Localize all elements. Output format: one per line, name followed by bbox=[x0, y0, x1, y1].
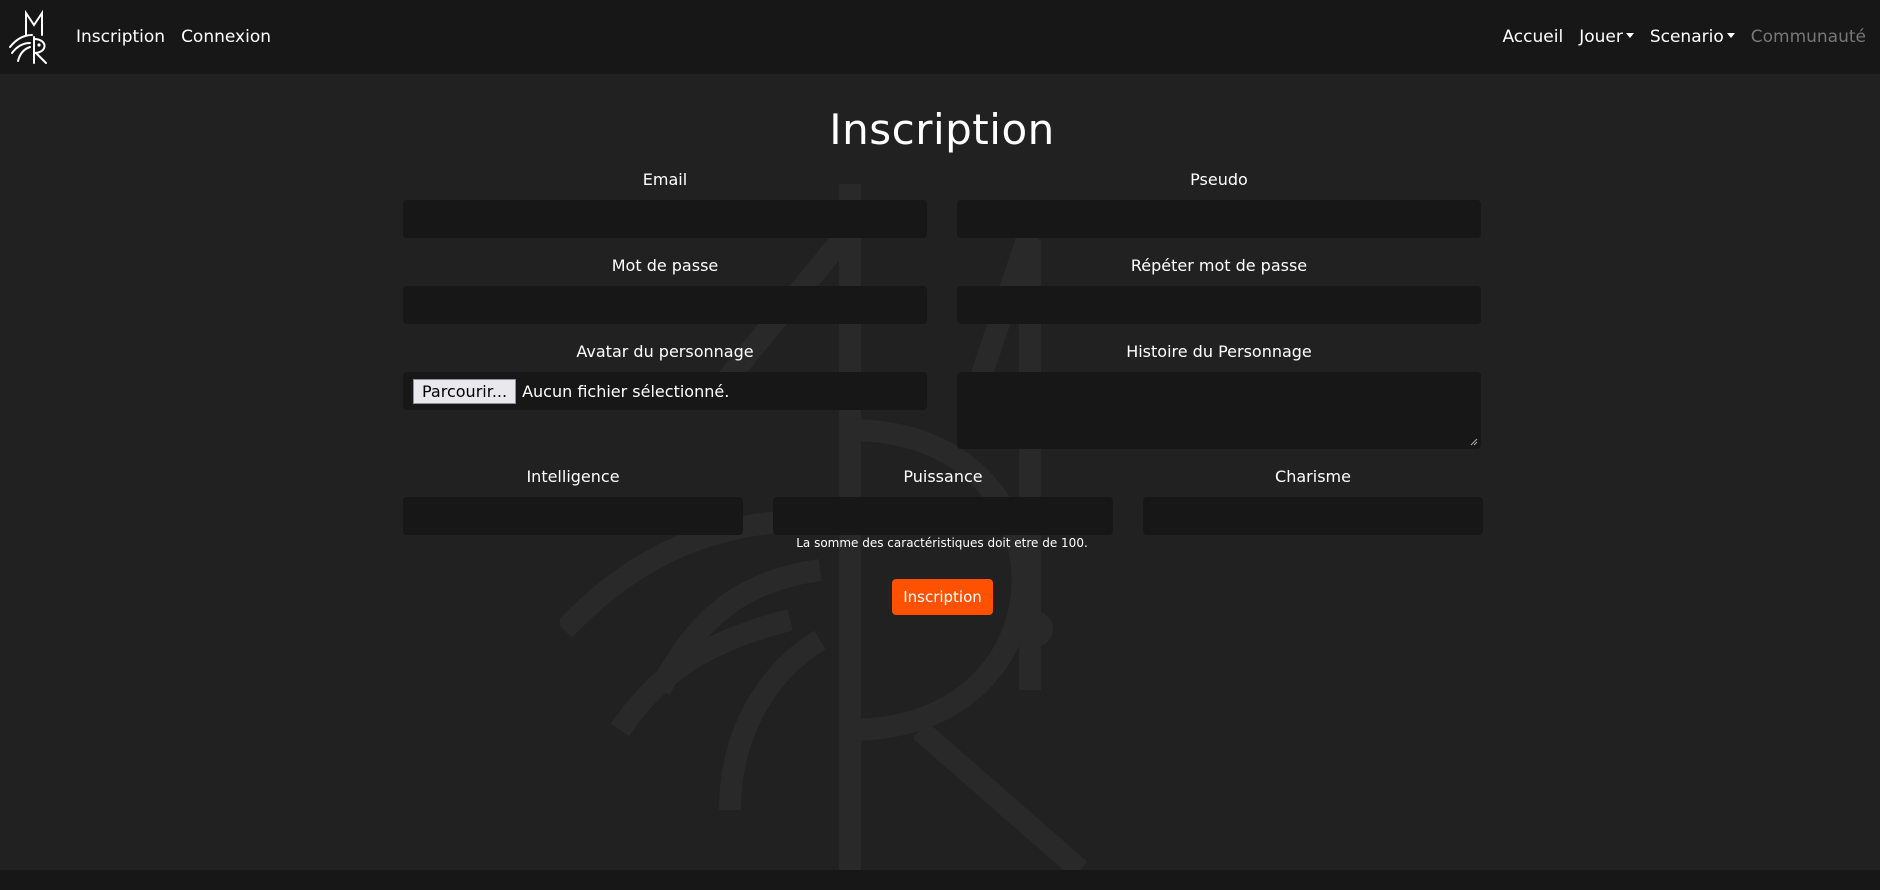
stats-hint: La somme des caractéristiques doit etre … bbox=[796, 536, 1088, 550]
password-label: Mot de passe bbox=[611, 256, 719, 275]
navbar: Inscription Connexion Accueil Jouer Scen… bbox=[0, 0, 1880, 74]
nav-dropdown-scenario-label: Scenario bbox=[1649, 27, 1724, 47]
nav-link-communaute[interactable]: Communauté bbox=[1743, 27, 1874, 47]
submit-button[interactable]: Inscription bbox=[892, 579, 993, 615]
repeat-password-field[interactable] bbox=[957, 286, 1481, 324]
charisme-label: Charisme bbox=[1275, 467, 1351, 486]
file-status: Aucun fichier sélectionné. bbox=[522, 381, 730, 401]
pseudo-label: Pseudo bbox=[1190, 170, 1248, 189]
charisme-field[interactable] bbox=[1143, 497, 1483, 535]
page-title: Inscription bbox=[829, 105, 1055, 154]
nav-dropdown-jouer[interactable]: Jouer bbox=[1571, 27, 1642, 47]
nav-link-accueil[interactable]: Accueil bbox=[1494, 27, 1571, 47]
avatar-label: Avatar du personnage bbox=[576, 342, 754, 361]
story-textarea[interactable] bbox=[957, 372, 1481, 449]
repeat-password-label: Répéter mot de passe bbox=[1130, 256, 1308, 275]
puissance-field[interactable] bbox=[773, 497, 1113, 535]
nav-dropdown-scenario[interactable]: Scenario bbox=[1642, 27, 1743, 47]
pseudo-field[interactable] bbox=[957, 200, 1481, 238]
browse-button[interactable]: Parcourir... bbox=[413, 378, 517, 404]
caret-down-icon bbox=[1625, 32, 1634, 38]
resize-grip-icon[interactable] bbox=[1470, 438, 1478, 446]
story-label: Histoire du Personnage bbox=[1126, 342, 1312, 361]
password-field[interactable] bbox=[403, 286, 927, 324]
nav-right: Accueil Jouer Scenario Communauté bbox=[1494, 27, 1874, 47]
email-field[interactable] bbox=[403, 200, 927, 238]
mr-logo-icon[interactable] bbox=[6, 7, 58, 67]
nav-link-connexion[interactable]: Connexion bbox=[173, 27, 279, 47]
puissance-label: Puissance bbox=[903, 467, 983, 486]
email-label: Email bbox=[642, 170, 688, 189]
nav-left: Inscription Connexion bbox=[0, 7, 279, 67]
avatar-file-input[interactable]: Parcourir... Aucun fichier sélectionné. bbox=[403, 372, 927, 410]
intelligence-label: Intelligence bbox=[526, 467, 620, 486]
nav-link-inscription[interactable]: Inscription bbox=[68, 27, 173, 47]
intelligence-field[interactable] bbox=[403, 497, 743, 535]
nav-dropdown-jouer-label: Jouer bbox=[1579, 27, 1623, 47]
caret-down-icon bbox=[1726, 32, 1735, 38]
footer bbox=[0, 870, 1880, 890]
